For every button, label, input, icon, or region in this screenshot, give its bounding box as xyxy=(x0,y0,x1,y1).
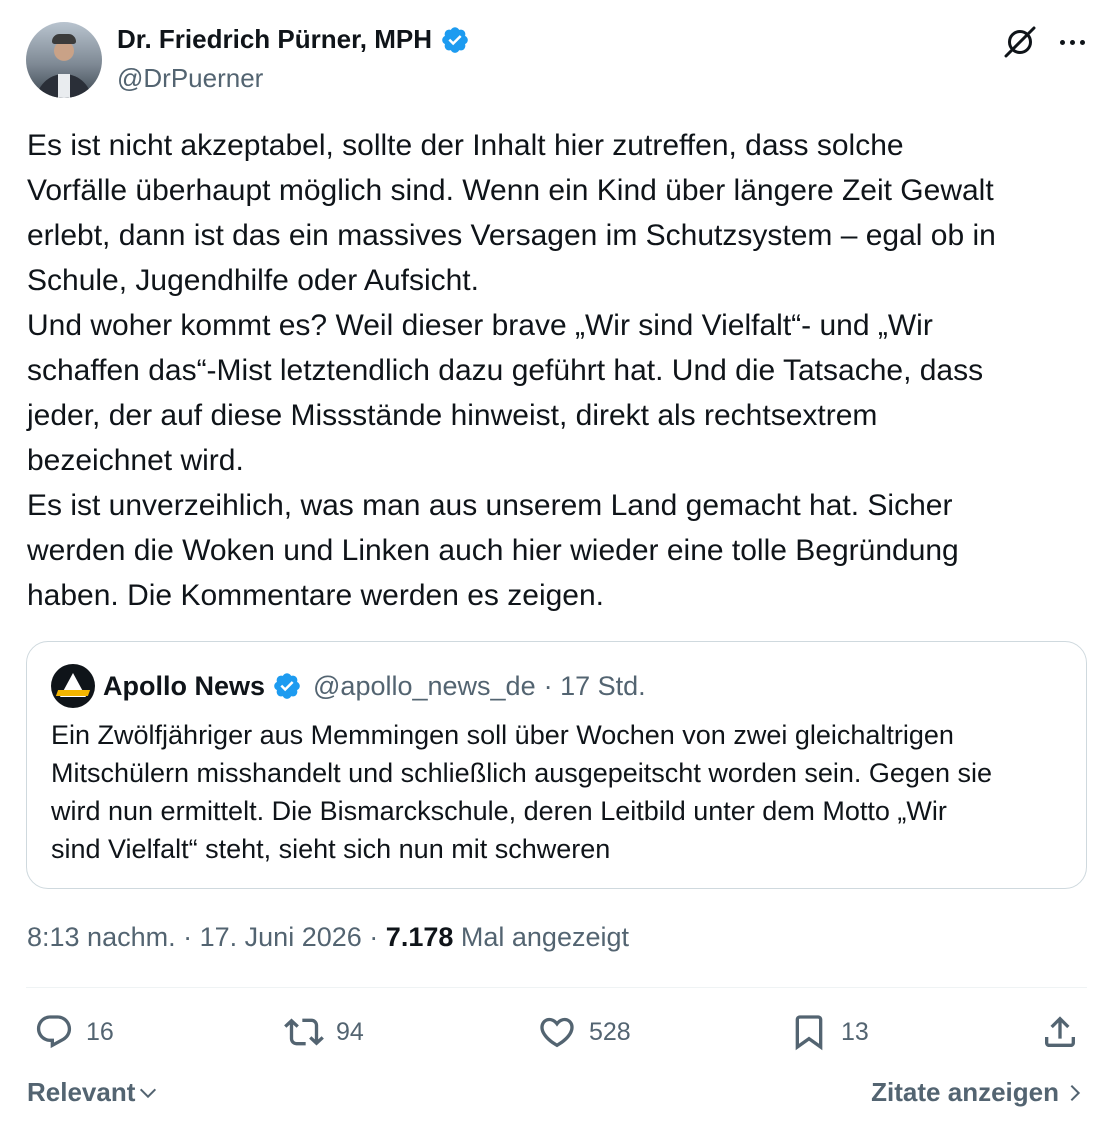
quoted-line: sind Vielfalt“ steht, sieht sich nun mit… xyxy=(51,834,611,864)
tweet-line: werden die Woken und Linken auch hier wi… xyxy=(27,534,959,567)
quoted-tweet-header: Apollo News @apollo_news_de · 17 Std. xyxy=(51,664,646,708)
tweet-line: Schule, Jugendhilfe oder Aufsicht. xyxy=(27,264,479,297)
repost-count: 94 xyxy=(336,1017,364,1046)
quoted-line: Mitschülern misshandelt und schließlich … xyxy=(51,758,992,788)
sort-label: Relevant xyxy=(27,1077,136,1107)
quoted-author-handle: @apollo_news_de xyxy=(313,670,536,701)
avatar[interactable] xyxy=(26,22,102,98)
author-name-row: Dr. Friedrich Pürner, MPH xyxy=(117,24,470,55)
share-button[interactable] xyxy=(1040,1012,1080,1052)
tweet-time[interactable]: 8:13 nachm. xyxy=(27,922,176,952)
tweet-text: Es ist nicht akzeptabel, sollte der Inha… xyxy=(27,123,1102,618)
chevron-right-icon xyxy=(1070,1084,1081,1101)
grok-icon xyxy=(1004,26,1036,58)
meta-separator: · xyxy=(369,922,379,952)
more-icon xyxy=(1059,39,1065,45)
verified-badge-icon xyxy=(274,673,300,699)
grok-button[interactable] xyxy=(1000,24,1040,60)
quoted-timestamp: · 17 Std. xyxy=(543,670,646,701)
bookmark-button[interactable]: 13 xyxy=(789,1012,869,1052)
tweet-line: Und woher kommt es? Weil dieser brave „W… xyxy=(27,309,933,342)
like-count: 528 xyxy=(589,1017,631,1046)
bookmark-count: 13 xyxy=(841,1017,869,1046)
tweet-date[interactable]: 17. Juni 2026 xyxy=(200,922,362,952)
share-icon xyxy=(1045,1016,1075,1047)
quoted-line: wird nun ermittelt. Die Bismarckschule, … xyxy=(51,796,947,826)
tweet-line: Es ist unverzeihlich, was man aus unsere… xyxy=(27,489,953,522)
view-quotes-label: Zitate anzeigen xyxy=(871,1077,1059,1107)
tweet-meta: 8:13 nachm. · 17. Juni 2026 · 7.178 Mal … xyxy=(27,922,629,953)
verified-badge-icon xyxy=(442,26,468,53)
quoted-tweet-text: Ein Zwölfjähriger aus Memmingen soll übe… xyxy=(51,716,1071,868)
sort-dropdown[interactable]: Relevant xyxy=(27,1077,159,1108)
author-name[interactable]: Dr. Friedrich Pürner, MPH xyxy=(117,24,432,55)
reply-count: 16 xyxy=(86,1017,114,1046)
reply-icon xyxy=(36,1015,72,1049)
view-label: Mal angezeigt xyxy=(460,922,629,952)
repost-button[interactable]: 94 xyxy=(284,1012,364,1052)
tweet-line: erlebt, dann ist das ein massives Versag… xyxy=(27,219,996,252)
tweet-detail: Dr. Friedrich Pürner, MPH @DrPuerner Es … xyxy=(0,0,1113,1130)
quoted-tweet-card[interactable]: Apollo News @apollo_news_de · 17 Std. Ei… xyxy=(26,641,1087,889)
tweet-line: Vorfälle überhaupt möglich sind. Wenn ei… xyxy=(27,174,994,207)
tweet-line: bezeichnet wird. xyxy=(27,444,244,477)
quoted-line: Ein Zwölfjähriger aus Memmingen soll übe… xyxy=(51,720,954,750)
meta-separator: · xyxy=(183,922,193,952)
like-icon xyxy=(540,1017,574,1048)
like-button[interactable]: 528 xyxy=(537,1012,631,1052)
repost-icon xyxy=(284,1018,324,1046)
tweet-line: haben. Die Kommentare werden es zeigen. xyxy=(27,579,605,612)
quoted-author-name: Apollo News xyxy=(103,670,266,701)
reply-button[interactable]: 16 xyxy=(34,1012,114,1052)
bookmark-icon xyxy=(795,1015,823,1051)
tweet-line: Es ist nicht akzeptabel, sollte der Inha… xyxy=(27,129,904,162)
divider xyxy=(26,987,1087,988)
view-count: 7.178 xyxy=(385,922,454,952)
author-handle[interactable]: @DrPuerner xyxy=(117,63,263,94)
tweet-line: schaffen das“-Mist letztendlich dazu gef… xyxy=(27,354,984,387)
tweet-line: jeder, der auf diese Missstände hinweist… xyxy=(27,399,878,432)
quoted-avatar xyxy=(51,664,95,708)
chevron-down-icon xyxy=(140,1088,157,1098)
more-button[interactable] xyxy=(1052,24,1092,60)
view-quotes-link[interactable]: Zitate anzeigen xyxy=(871,1077,1083,1108)
